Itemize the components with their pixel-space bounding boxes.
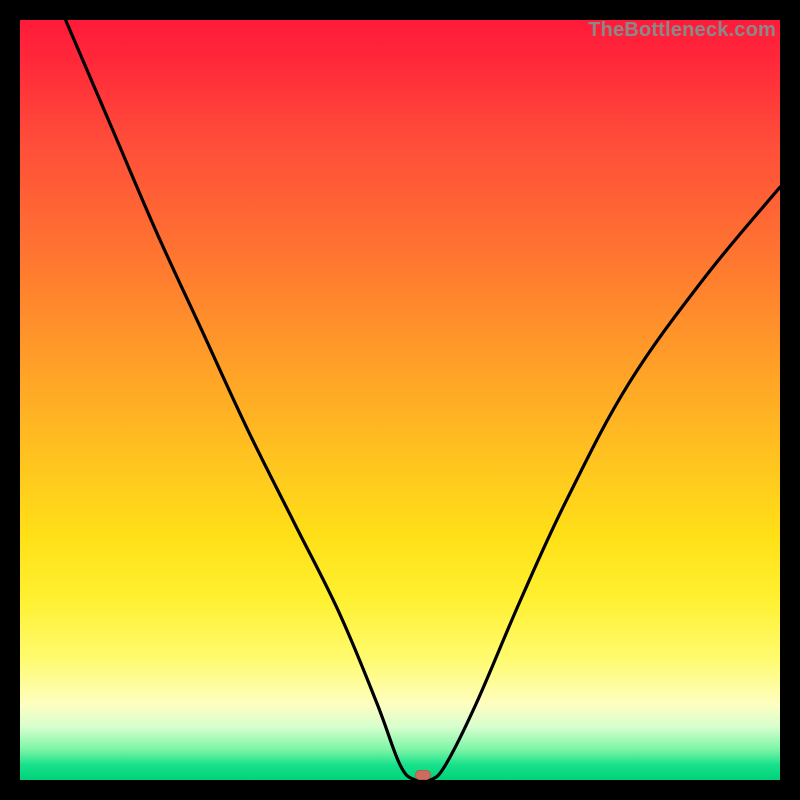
optimum-marker xyxy=(415,770,431,780)
bottleneck-curve xyxy=(20,20,780,780)
curve-path xyxy=(66,20,780,780)
plot-area: TheBottleneck.com xyxy=(20,20,780,780)
chart-frame: TheBottleneck.com xyxy=(0,0,800,800)
